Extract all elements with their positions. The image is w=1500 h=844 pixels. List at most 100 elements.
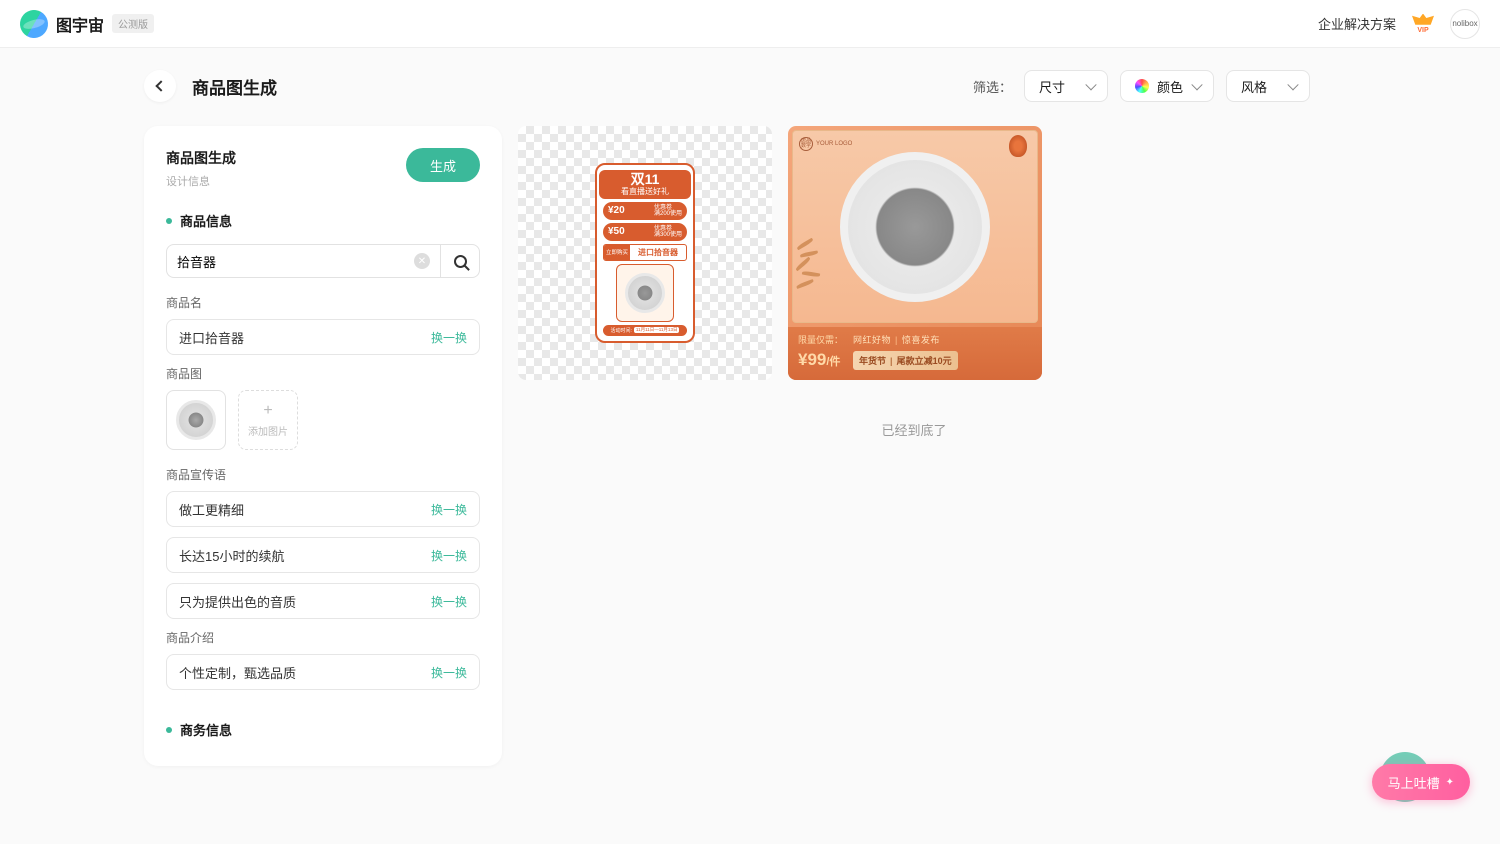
card2-main: 唐品数字 YOUR LOGO	[792, 130, 1038, 323]
swap-slogan-3[interactable]: 换一换	[431, 593, 467, 610]
promo1-footer-label: 活动时间:	[611, 327, 632, 334]
add-image-button[interactable]: + 添加图片	[238, 390, 298, 450]
body: 商品图生成 设计信息 生成 商品信息 ✕ 商品名 进口拾音器 换一换	[144, 126, 1310, 766]
vip-text: VIP	[1410, 27, 1436, 34]
lantern-icon	[1009, 135, 1027, 157]
coupon-2: ¥50 优惠卷 满300使用	[603, 223, 687, 241]
intro-label: 商品介绍	[166, 629, 480, 646]
result-card-2[interactable]: 唐品数字 YOUR LOGO	[788, 126, 1042, 380]
product-name-value: 进口拾音器	[179, 328, 244, 347]
dropdown-size[interactable]: 尺寸	[1024, 70, 1108, 102]
promo1-footer: 活动时间: 11月11日—11月13日	[603, 325, 687, 336]
swap-product-name[interactable]: 换一换	[431, 329, 467, 346]
promo1: 双11 看直播送好礼 ¥20 优惠卷 满200使用	[595, 163, 695, 343]
card2-tags-col: 网红好物|惊喜发布 年货节|尾款立减10元	[853, 333, 1032, 370]
panel-titles: 商品图生成 设计信息	[166, 148, 236, 189]
section-business-info: 商务信息	[166, 720, 480, 739]
dropdown-color[interactable]: 颜色	[1120, 70, 1214, 102]
promo1-title-main: 双11	[599, 172, 691, 187]
add-image-label: 添加图片	[248, 423, 288, 438]
card2-limited: 限量仅需：	[798, 333, 843, 346]
toolbar-right: 筛选： 尺寸 颜色 风格	[973, 70, 1310, 102]
coupon2-amount: ¥50	[608, 226, 625, 237]
header: 图宇宙 公测版 企业解决方案 VIP nolibox	[0, 0, 1500, 48]
promo1-speaker-icon	[625, 273, 665, 313]
card2-logo-icon: 唐品数字	[799, 137, 813, 151]
slogan-value-1: 做工更精细	[179, 500, 244, 519]
dropdown-style[interactable]: 风格	[1226, 70, 1310, 102]
card2-discount: 年货节|尾款立减10元	[853, 351, 958, 370]
speaker-icon	[176, 400, 216, 440]
panel-subtitle: 设计信息	[166, 173, 236, 189]
clear-icon[interactable]: ✕	[414, 253, 430, 269]
promo1-speaker-wrap	[616, 264, 674, 322]
result-card-1[interactable]: 双11 看直播送好礼 ¥20 优惠卷 满200使用	[518, 126, 772, 380]
promo1-buy-tag: 立即购买	[604, 245, 630, 260]
slogan-value-2: 长达15小时的续航	[179, 546, 284, 565]
promo1-footer-date: 11月11日—11月13日	[634, 327, 680, 333]
slogan-field-1: 做工更精细 换一换	[166, 491, 480, 527]
card2-info: 限量仅需： ¥99/件 网红好物|惊喜发布 年货节|尾款立减10元	[788, 327, 1042, 380]
promo1-product: 立即购买 进口拾音器	[603, 244, 687, 261]
slogan-field-3: 只为提供出色的音质 换一换	[166, 583, 480, 619]
color-wheel-icon	[1135, 79, 1149, 93]
bamboo-icon	[788, 242, 828, 302]
logo-icon	[17, 6, 51, 40]
card2-tagline: 网红好物|惊喜发布	[853, 333, 1032, 346]
page-title: 商品图生成	[192, 74, 277, 99]
intro-value: 个性定制，甄选品质	[179, 663, 296, 682]
header-right: 企业解决方案 VIP nolibox	[1318, 9, 1480, 39]
search-row: ✕	[166, 244, 480, 278]
plus-icon: +	[263, 403, 272, 419]
card2-price: ¥99/件	[798, 351, 843, 370]
feedback-label: 马上吐槽	[1388, 773, 1440, 792]
beta-badge: 公测版	[112, 14, 154, 33]
thumb-product[interactable]	[166, 390, 226, 450]
promo1-product-name: 进口拾音器	[630, 247, 686, 258]
coupon1-amount: ¥20	[608, 205, 625, 216]
back-button[interactable]	[144, 70, 176, 102]
image-row: + 添加图片	[166, 390, 480, 450]
search-button[interactable]	[440, 244, 480, 278]
feedback-button[interactable]: 马上吐槽	[1372, 764, 1470, 800]
avatar[interactable]: nolibox	[1450, 9, 1480, 39]
panel-head: 商品图生成 设计信息 生成	[166, 148, 480, 189]
card1-bg: 双11 看直播送好礼 ¥20 优惠卷 满200使用	[518, 126, 772, 380]
vip-badge[interactable]: VIP	[1410, 14, 1436, 34]
slogan-label: 商品宣传语	[166, 466, 480, 483]
slogan-value-3: 只为提供出色的音质	[179, 592, 296, 611]
coupon1-tag: 优惠卷 满200使用	[654, 205, 682, 217]
header-left: 图宇宙 公测版	[20, 10, 154, 38]
toolbar: 商品图生成 筛选： 尺寸 颜色 风格	[144, 70, 1310, 102]
dropdown-size-label: 尺寸	[1039, 77, 1065, 96]
swap-slogan-2[interactable]: 换一换	[431, 547, 467, 564]
coupon2-tag: 优惠卷 满300使用	[654, 226, 682, 238]
search-input[interactable]	[177, 254, 414, 269]
card2-speaker-icon	[840, 152, 990, 302]
card2-logo: 唐品数字 YOUR LOGO	[799, 137, 852, 151]
search-icon	[454, 255, 467, 268]
enterprise-link[interactable]: 企业解决方案	[1318, 14, 1396, 33]
filter-label: 筛选：	[973, 77, 1012, 96]
cards-row: 双11 看直播送好礼 ¥20 优惠卷 满200使用	[518, 126, 1310, 380]
product-name-label: 商品名	[166, 294, 480, 311]
swap-intro[interactable]: 换一换	[431, 664, 467, 681]
dropdown-color-label: 颜色	[1157, 77, 1183, 96]
panel-title: 商品图生成	[166, 148, 236, 168]
toolbar-left: 商品图生成	[144, 70, 277, 102]
product-image-label: 商品图	[166, 365, 480, 382]
end-text: 已经到底了	[518, 420, 1310, 439]
swap-slogan-1[interactable]: 换一换	[431, 501, 467, 518]
dropdown-style-label: 风格	[1241, 77, 1267, 96]
coupon-1: ¥20 优惠卷 满200使用	[603, 202, 687, 220]
results: 双11 看直播送好礼 ¥20 优惠卷 满200使用	[518, 126, 1310, 766]
search-input-wrap: ✕	[166, 244, 440, 278]
chevron-left-icon	[155, 80, 166, 91]
intro-field: 个性定制，甄选品质 换一换	[166, 654, 480, 690]
sidebar-panel: 商品图生成 设计信息 生成 商品信息 ✕ 商品名 进口拾音器 换一换	[144, 126, 502, 766]
promo1-title-sub: 看直播送好礼	[599, 187, 691, 197]
generate-button[interactable]: 生成	[406, 148, 480, 182]
main: 商品图生成 筛选： 尺寸 颜色 风格 商品图生成 设计信息 生	[0, 48, 1500, 766]
section-product-info: 商品信息	[166, 211, 480, 230]
card2-logo-text: YOUR LOGO	[816, 141, 852, 147]
